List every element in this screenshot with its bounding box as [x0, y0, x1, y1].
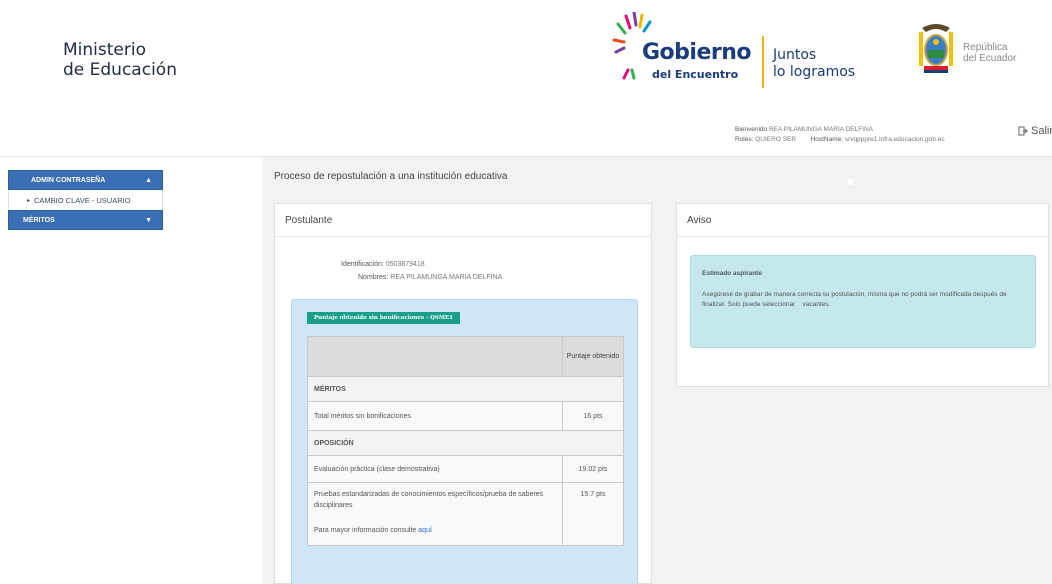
section-row: MÉRITOS	[307, 376, 624, 402]
sidebar-item-label: MÉRITOS	[23, 216, 55, 224]
aviso-heading: Aviso	[677, 204, 1048, 237]
hostname-value: srvqpppre1.infra.educacion.gob.ec	[844, 136, 945, 143]
aviso-title: Estimado aspirante	[702, 270, 762, 277]
sidebar-item-admin-contrasena[interactable]: ADMIN CONTRASEÑA ▲	[8, 170, 163, 190]
table-header-score: Puntaje obtenido	[562, 336, 624, 377]
republica-label: República del Ecuador	[963, 42, 1016, 64]
logout-label: Salir	[1031, 125, 1052, 137]
table-header-row: Puntaje obtenido	[307, 336, 624, 377]
id-value: 0503879418	[385, 261, 425, 268]
page-title: Proceso de repostulación a una instituci…	[274, 171, 508, 182]
sidebar-item-meritos[interactable]: MÉRITOS ▼	[8, 210, 163, 230]
section-oposicion: OPOSICIÓN	[307, 430, 624, 456]
scores-table: Puntaje obtenido MÉRITOS Total méritos s…	[307, 336, 624, 546]
user-name: REA PILAMUNGA MARIA DELFINA	[768, 126, 874, 133]
page-header: Ministerio de Educación Gobierno del Enc…	[0, 0, 1052, 120]
score-badge: Puntaje obtenido sin bonificaciones - QS…	[307, 312, 461, 324]
aviso-body-part2: vacantes.	[802, 301, 831, 308]
slogan-line2: lo logramos	[773, 64, 856, 80]
ecuador-crest-icon	[919, 24, 953, 73]
row-value: 15.7 pts	[562, 482, 624, 546]
more-info: Para mayor información consulte aquí	[314, 525, 562, 536]
caret-up-icon: ▲	[145, 176, 152, 184]
row-value: 16 pts	[562, 401, 624, 431]
table-row: Pruebas estandarizadas de conocimientos …	[307, 482, 624, 546]
table-row: Evaluación práctica (clase demostrativa)…	[307, 455, 624, 483]
table-row: Total méritos sin bonificaciones 16 pts	[307, 401, 624, 431]
republica-line1: República	[963, 42, 1008, 53]
gobierno-logo: Gobierno del Encuentro	[612, 12, 772, 92]
ministry-line1: Ministerio	[63, 40, 146, 60]
logout-link[interactable]: Salir	[1018, 125, 1052, 137]
bullet-icon: ▸	[27, 197, 31, 204]
postulante-heading: Postulante	[275, 204, 651, 237]
logo-divider	[762, 36, 764, 88]
logout-icon	[1018, 126, 1028, 136]
table-header-empty	[307, 336, 563, 377]
sidebar-item-label: ADMIN CONTRASEÑA	[31, 176, 106, 184]
row-label: Evaluación práctica (clase demostrativa)	[307, 455, 563, 483]
row-label-cell: Pruebas estandarizadas de conocimientos …	[307, 482, 563, 546]
aviso-body: Asegúrese de grabar de manera correcta s…	[702, 290, 1024, 310]
ministry-logo: Ministerio de Educación	[63, 40, 177, 80]
aviso-body-part1: Asegúrese de grabar de manera correcta s…	[702, 291, 1007, 308]
row-label: Total méritos sin bonificaciones	[307, 401, 563, 431]
more-info-link[interactable]: aquí	[418, 527, 432, 534]
name-label: Nombres:	[358, 274, 389, 281]
slogan-line1: Juntos	[773, 47, 817, 63]
slogan: Juntos lo logramos	[773, 47, 855, 81]
sidebar-item-cambio-clave[interactable]: ▸ CAMBIO CLAVE - USUARIO	[8, 190, 163, 210]
roles-label: Roles:	[735, 136, 754, 143]
more-info-text: Para mayor información consulte	[314, 527, 417, 534]
caret-down-icon: ▼	[145, 216, 152, 224]
applicant-info: Identificación: 0503879418 Nombres: REA …	[341, 258, 502, 284]
name-value: REA PILAMUNGA MARIA DELFINA	[390, 274, 503, 281]
sidebar-item-label: CAMBIO CLAVE - USUARIO	[34, 195, 131, 205]
gobierno-sub: del Encuentro	[652, 68, 739, 81]
user-info: Bienvenido REA PILAMUNGA MARIA DELFINA R…	[735, 125, 945, 145]
sidebar: ADMIN CONTRASEÑA ▲ ▸ CAMBIO CLAVE - USUA…	[8, 170, 163, 230]
section-row: OPOSICIÓN	[307, 430, 624, 456]
aviso-alert: Estimado aspirante Asegúrese de grabar d…	[690, 255, 1036, 348]
id-label: Identificación:	[341, 261, 384, 268]
decorative-dot	[848, 179, 854, 185]
welcome-label: Bienvenido	[735, 126, 768, 133]
gobierno-word: Gobierno	[642, 40, 752, 65]
ministry-line2: de Educación	[63, 60, 177, 80]
hostname-label: HostName:	[810, 136, 844, 143]
republica-line2: del Ecuador	[963, 53, 1017, 64]
row-label: Pruebas estandarizadas de conocimientos …	[314, 491, 544, 509]
roles-value: QUIERO SER	[755, 136, 797, 143]
section-meritos: MÉRITOS	[307, 376, 624, 402]
row-value: 19.02 pts	[562, 455, 624, 483]
